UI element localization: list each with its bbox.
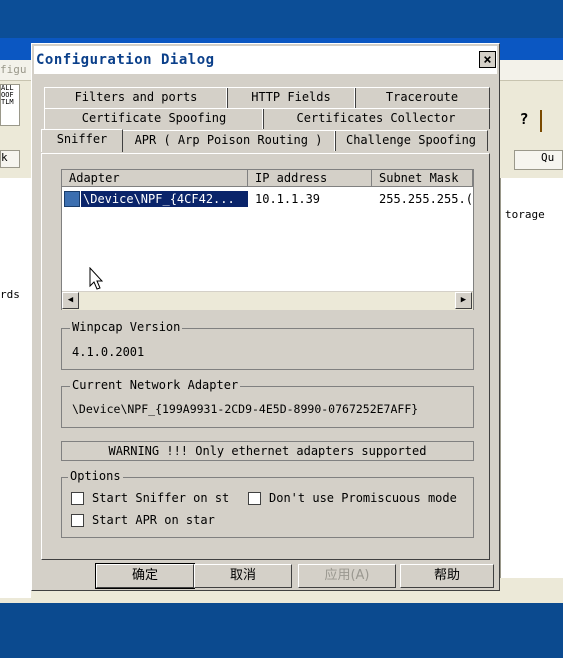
scroll-right-arrow-icon[interactable]: ▶ — [455, 292, 472, 309]
tab-filters-and-ports[interactable]: Filters and ports — [44, 87, 228, 108]
tab-traceroute[interactable]: Traceroute — [354, 87, 490, 108]
options-group: Options Start Sniffer on st Don't use Pr… — [61, 469, 474, 538]
warning-text: WARNING !!! Only ethernet adapters suppo… — [108, 444, 427, 458]
column-header-subnet-mask[interactable]: Subnet Mask — [372, 170, 473, 187]
network-adapter-icon — [64, 191, 80, 207]
start-apr-label[interactable]: Start APR on star — [92, 513, 215, 527]
start-sniffer-label[interactable]: Start Sniffer on st — [92, 491, 229, 505]
start-sniffer-checkbox[interactable] — [71, 492, 84, 505]
background-tab-left[interactable]: k — [0, 150, 20, 168]
cancel-button[interactable]: 取消 — [194, 564, 292, 588]
adapter-row-ip[interactable]: 10.1.1.39 — [255, 191, 367, 207]
tab-certificates-collector[interactable]: Certificates Collector — [262, 108, 490, 129]
no-promiscuous-label[interactable]: Don't use Promiscuous mode — [269, 491, 457, 505]
adapter-list[interactable]: Adapter IP address Subnet Mask \Device\N… — [61, 169, 474, 310]
options-legend: Options — [68, 469, 123, 483]
tab-apr[interactable]: APR ( Arp Poison Routing ) — [121, 130, 336, 151]
start-apr-checkbox[interactable] — [71, 514, 84, 527]
desktop-top-band — [0, 0, 563, 38]
cain-toolbar-icon[interactable]: ALL OOF TLM — [0, 84, 20, 126]
dialog-titlebar[interactable]: Configuration Dialog × — [34, 46, 497, 74]
adapter-row-name[interactable]: \Device\NPF_{4CF42... — [81, 191, 248, 207]
configuration-dialog: Configuration Dialog × Filters and ports… — [31, 43, 500, 591]
background-right-pane: torage — [500, 178, 563, 578]
winpcap-version-value: 4.1.0.2001 — [72, 345, 145, 359]
background-left-label: rds — [0, 288, 20, 301]
apply-button[interactable]: 应用(A) — [298, 564, 396, 588]
tab-challenge-spoofing[interactable]: Challenge Spoofing — [334, 130, 488, 151]
dialog-title: Configuration Dialog — [36, 52, 215, 68]
background-left-pane: rds — [0, 178, 31, 598]
background-partial-text: figu — [0, 63, 27, 76]
warning-box: WARNING !!! Only ethernet adapters suppo… — [61, 441, 474, 461]
close-button[interactable]: × — [479, 51, 496, 68]
column-header-adapter[interactable]: Adapter — [62, 170, 248, 187]
help-icon[interactable]: ? — [513, 110, 535, 132]
background-tab-right[interactable]: Qu — [514, 150, 563, 170]
winpcap-version-legend: Winpcap Version — [70, 320, 183, 334]
column-header-ip-address[interactable]: IP address — [248, 170, 372, 187]
mouse-cursor-icon — [89, 267, 103, 290]
tab-http-fields[interactable]: HTTP Fields — [226, 87, 356, 108]
close-icon: × — [483, 52, 492, 68]
adapter-row-mask[interactable]: 255.255.255.( — [379, 191, 471, 207]
brush-icon[interactable] — [540, 110, 562, 132]
scroll-left-arrow-icon[interactable]: ◀ — [62, 292, 79, 309]
winpcap-version-group: Winpcap Version 4.1.0.2001 — [61, 320, 474, 370]
no-promiscuous-checkbox[interactable] — [248, 492, 261, 505]
ok-button[interactable]: 确定 — [95, 563, 195, 589]
current-adapter-group: Current Network Adapter \Device\NPF_{199… — [61, 378, 474, 428]
background-right-column-header: torage — [505, 208, 545, 221]
help-button[interactable]: 帮助 — [400, 564, 494, 588]
current-adapter-value: \Device\NPF_{199A9931-2CD9-4E5D-8990-076… — [72, 402, 419, 416]
current-adapter-legend: Current Network Adapter — [70, 378, 241, 392]
tab-certificate-spoofing[interactable]: Certificate Spoofing — [44, 108, 264, 129]
horizontal-scrollbar[interactable]: ◀ ▶ — [62, 291, 473, 310]
desktop-bottom-band — [0, 603, 563, 658]
tab-sniffer[interactable]: Sniffer — [41, 129, 123, 152]
